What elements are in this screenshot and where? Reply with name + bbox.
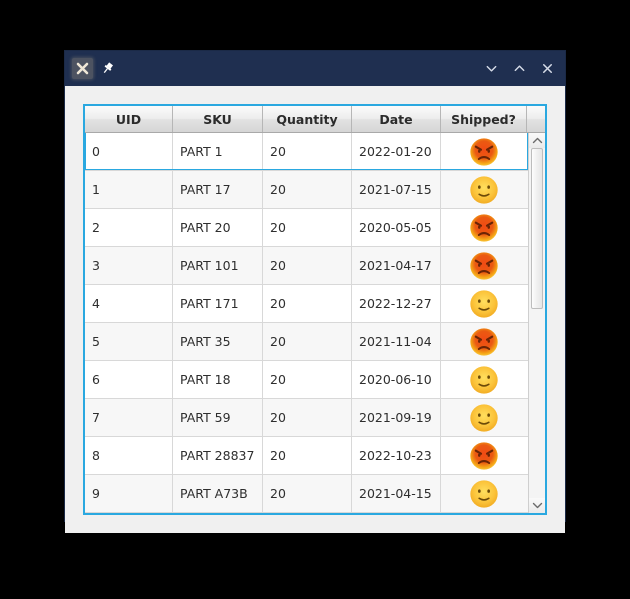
- table-row[interactable]: 3 PART 101 20 2021-04-17: [85, 247, 528, 285]
- cell-date[interactable]: 2021-04-17: [352, 247, 441, 284]
- scroll-up-arrow-icon[interactable]: [529, 133, 545, 148]
- cell-shipped[interactable]: [441, 475, 527, 512]
- cell-quantity[interactable]: 20: [263, 361, 352, 398]
- cell-date[interactable]: 2021-04-15: [352, 475, 441, 512]
- column-header-shipped[interactable]: Shipped?: [441, 106, 527, 132]
- table-row[interactable]: 8 PART 28837 20 2022-10-23: [85, 437, 528, 475]
- cell-date[interactable]: 2020-06-10: [352, 361, 441, 398]
- cell-quantity[interactable]: 20: [263, 475, 352, 512]
- cell-uid[interactable]: 9: [85, 475, 173, 512]
- cell-date[interactable]: 2022-01-20: [352, 133, 441, 170]
- angry-face-icon: [470, 441, 498, 470]
- table-body-area: 0 PART 1 20 2022-01-20 1 PART 17 20 2021-07-15 2…: [85, 133, 545, 513]
- cell-quantity[interactable]: 20: [263, 437, 352, 474]
- column-header-sku[interactable]: SKU: [173, 106, 263, 132]
- cell-sku[interactable]: PART 17: [173, 171, 263, 208]
- cell-shipped[interactable]: [441, 209, 527, 246]
- pin-icon[interactable]: [97, 58, 118, 79]
- cell-sku[interactable]: PART 20: [173, 209, 263, 246]
- cell-quantity[interactable]: 20: [263, 133, 352, 170]
- cell-sku[interactable]: PART 1: [173, 133, 263, 170]
- cell-uid[interactable]: 8: [85, 437, 173, 474]
- cell-uid[interactable]: 1: [85, 171, 173, 208]
- minimize-icon[interactable]: [483, 60, 500, 77]
- cell-sku[interactable]: PART 101: [173, 247, 263, 284]
- cell-shipped[interactable]: [441, 133, 527, 170]
- cell-sku[interactable]: PART A73B: [173, 475, 263, 512]
- titlebar-window-controls: [483, 60, 556, 77]
- cell-shipped[interactable]: [441, 285, 527, 322]
- cell-shipped[interactable]: [441, 399, 527, 436]
- cell-quantity[interactable]: 20: [263, 323, 352, 360]
- cell-date[interactable]: 2022-12-27: [352, 285, 441, 322]
- table-row[interactable]: 9 PART A73B 20 2021-04-15: [85, 475, 528, 513]
- column-header-uid[interactable]: UID: [85, 106, 173, 132]
- cell-uid[interactable]: 7: [85, 399, 173, 436]
- angry-face-icon: [470, 327, 498, 356]
- table-body: 0 PART 1 20 2022-01-20 1 PART 17 20 2021-07-15 2…: [85, 133, 528, 513]
- angry-face-icon: [470, 251, 498, 280]
- column-header-quantity[interactable]: Quantity: [263, 106, 352, 132]
- cell-date[interactable]: 2021-07-15: [352, 171, 441, 208]
- cell-sku[interactable]: PART 28837: [173, 437, 263, 474]
- close-icon[interactable]: [72, 58, 93, 79]
- cell-uid[interactable]: 0: [85, 133, 173, 170]
- cell-date[interactable]: 2022-10-23: [352, 437, 441, 474]
- cell-sku[interactable]: PART 171: [173, 285, 263, 322]
- table-row[interactable]: 6 PART 18 20 2020-06-10: [85, 361, 528, 399]
- scrollbar-thumb[interactable]: [531, 148, 543, 309]
- cell-date[interactable]: 2020-05-05: [352, 209, 441, 246]
- table-row[interactable]: 2 PART 20 20 2020-05-05: [85, 209, 528, 247]
- scrollbar-track[interactable]: [529, 148, 545, 498]
- cell-date[interactable]: 2021-11-04: [352, 323, 441, 360]
- slight-smile-face-icon: [470, 175, 498, 204]
- cell-quantity[interactable]: 20: [263, 399, 352, 436]
- table-row[interactable]: 5 PART 35 20 2021-11-04: [85, 323, 528, 361]
- cell-shipped[interactable]: [441, 361, 527, 398]
- cell-uid[interactable]: 6: [85, 361, 173, 398]
- data-table: UID SKU Quantity Date Shipped? 0 PART 1 20…: [83, 104, 547, 515]
- cell-sku[interactable]: PART 59: [173, 399, 263, 436]
- column-header-corner: [527, 106, 544, 132]
- slight-smile-face-icon: [470, 403, 498, 432]
- cell-uid[interactable]: 3: [85, 247, 173, 284]
- table-row[interactable]: 1 PART 17 20 2021-07-15: [85, 171, 528, 209]
- table-row[interactable]: 4 PART 171 20 2022-12-27: [85, 285, 528, 323]
- cell-shipped[interactable]: [441, 247, 527, 284]
- table-row[interactable]: 0 PART 1 20 2022-01-20: [85, 133, 528, 171]
- screen: UID SKU Quantity Date Shipped? 0 PART 1 20…: [0, 0, 630, 599]
- cell-shipped[interactable]: [441, 437, 527, 474]
- maximize-icon[interactable]: [511, 60, 528, 77]
- cell-uid[interactable]: 5: [85, 323, 173, 360]
- cell-quantity[interactable]: 20: [263, 285, 352, 322]
- window-content: UID SKU Quantity Date Shipped? 0 PART 1 20…: [65, 86, 565, 533]
- cell-shipped[interactable]: [441, 171, 527, 208]
- window-titlebar[interactable]: [65, 51, 565, 86]
- angry-face-icon: [470, 213, 498, 242]
- close-window-icon[interactable]: [539, 60, 556, 77]
- cell-shipped[interactable]: [441, 323, 527, 360]
- cell-sku[interactable]: PART 35: [173, 323, 263, 360]
- vertical-scrollbar[interactable]: [528, 133, 545, 513]
- column-header-date[interactable]: Date: [352, 106, 441, 132]
- table-header-row: UID SKU Quantity Date Shipped?: [85, 106, 545, 133]
- cell-date[interactable]: 2021-09-19: [352, 399, 441, 436]
- cell-quantity[interactable]: 20: [263, 247, 352, 284]
- slight-smile-face-icon: [470, 479, 498, 508]
- angry-face-icon: [470, 137, 498, 166]
- cell-uid[interactable]: 4: [85, 285, 173, 322]
- application-window: UID SKU Quantity Date Shipped? 0 PART 1 20…: [64, 50, 566, 533]
- slight-smile-face-icon: [470, 365, 498, 394]
- table-row[interactable]: 7 PART 59 20 2021-09-19: [85, 399, 528, 437]
- cell-quantity[interactable]: 20: [263, 209, 352, 246]
- scroll-down-arrow-icon[interactable]: [529, 498, 545, 513]
- cell-uid[interactable]: 2: [85, 209, 173, 246]
- slight-smile-face-icon: [470, 289, 498, 318]
- cell-sku[interactable]: PART 18: [173, 361, 263, 398]
- titlebar-left-buttons: [72, 58, 118, 79]
- cell-quantity[interactable]: 20: [263, 171, 352, 208]
